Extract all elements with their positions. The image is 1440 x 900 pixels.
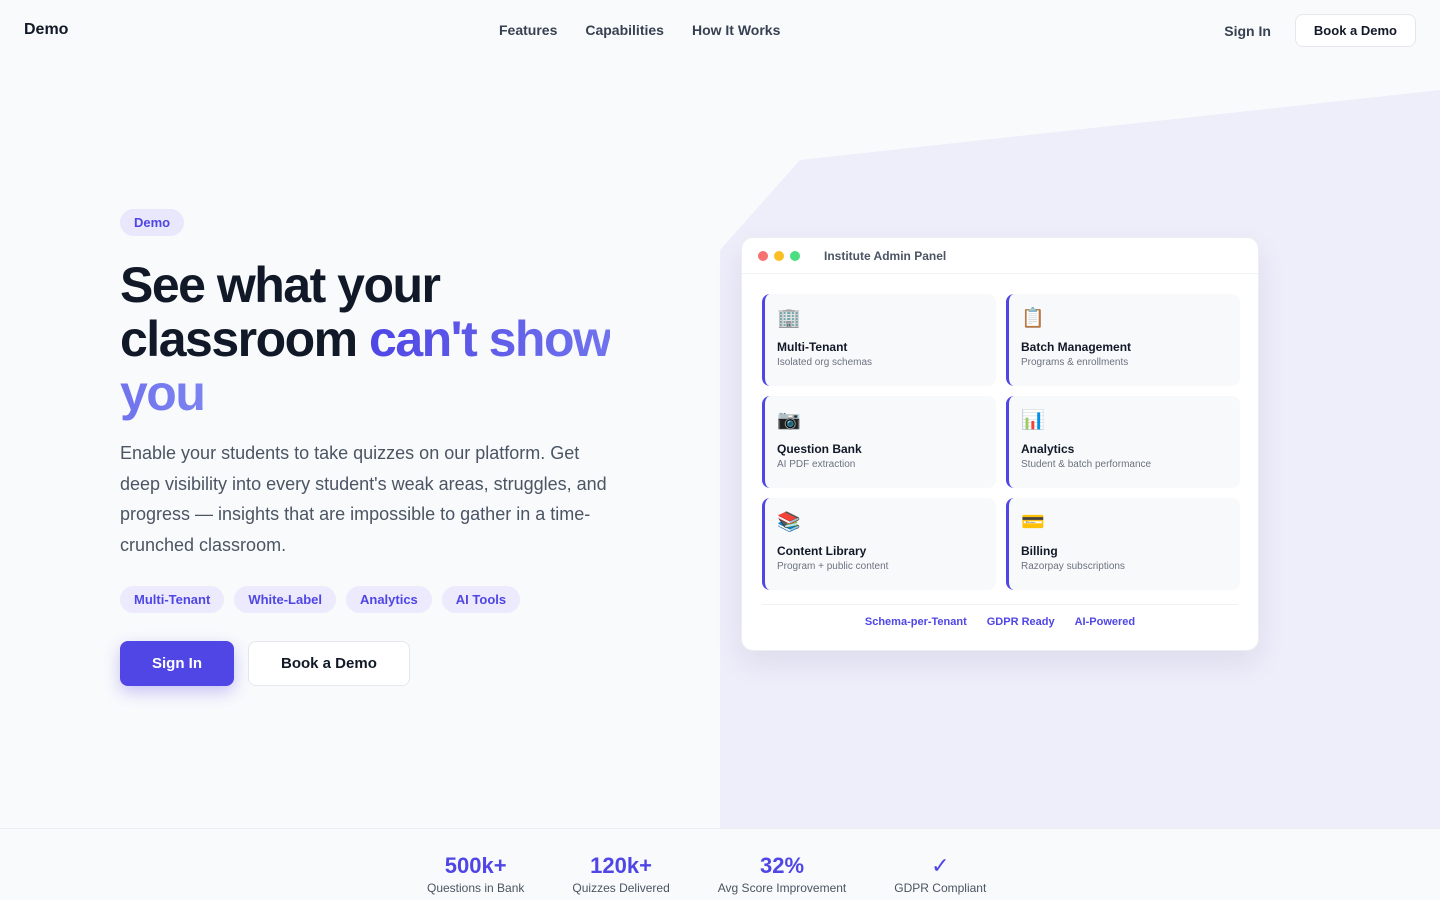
card-billing: 💳 Billing Razorpay subscriptions: [1006, 498, 1240, 590]
card-subtitle: Razorpay subscriptions: [1021, 561, 1125, 572]
card-batch-management: 📋 Batch Management Programs & enrollment…: [1006, 294, 1240, 386]
card-subtitle: Program + public content: [777, 561, 889, 572]
window-dot-yellow: [774, 250, 784, 261]
stat-score-improvement: 32% Avg Score Improvement: [718, 853, 847, 895]
card-content-library: 📚 Content Library Program + public conte…: [762, 498, 996, 590]
hero-headline: See what your classroom can't show you: [120, 258, 640, 420]
hero-ctas: Sign In Book a Demo: [120, 641, 640, 686]
check-icon: ✓: [931, 853, 950, 878]
stat-label: Questions in Bank: [427, 881, 525, 895]
clipboard-icon: 📋: [1021, 308, 1045, 329]
tag-white-label: White-Label: [234, 586, 336, 613]
panel-header: Institute Admin Panel: [742, 238, 1258, 274]
footer-badge-schema: Schema-per-Tenant: [864, 616, 967, 628]
hero-description: Enable your students to take quizzes on …: [120, 443, 607, 555]
footer-badge-ai: AI-Powered: [1074, 616, 1136, 628]
tag-multi-tenant: Multi-Tenant: [120, 586, 225, 613]
hero-pill: Demo: [120, 209, 185, 236]
nav-links: Features Capabilities How It Works: [499, 0, 780, 60]
stats-bar: 500k+ Questions in Bank 120k+ Quizzes De…: [0, 828, 1440, 900]
card-title: Analytics: [1021, 442, 1075, 456]
building-icon: 🏢: [777, 308, 801, 329]
brand-logo[interactable]: Demo: [24, 21, 68, 39]
camera-icon: 📷: [777, 410, 801, 431]
book-demo-button[interactable]: Book a Demo: [248, 641, 410, 686]
stat-questions: 500k+ Questions in Bank: [427, 853, 524, 895]
tag-analytics: Analytics: [345, 586, 432, 613]
credit-card-icon: 💳: [1021, 512, 1045, 533]
nav-link-how-it-works[interactable]: How It Works: [692, 22, 780, 38]
sign-in-button[interactable]: Sign In: [120, 641, 234, 686]
top-nav: Demo Features Capabilities How It Works …: [0, 0, 1440, 60]
card-title: Billing: [1021, 544, 1058, 558]
stats-list: 500k+ Questions in Bank 120k+ Quizzes De…: [427, 853, 986, 895]
card-question-bank: 📷 Question Bank AI PDF extraction: [762, 396, 996, 488]
stat-value: 120k+: [590, 853, 652, 878]
nav-link-capabilities[interactable]: Capabilities: [585, 22, 664, 38]
nav-book-demo-button[interactable]: Book a Demo: [1294, 14, 1416, 47]
window-dot-red: [758, 250, 768, 261]
card-subtitle: AI PDF extraction: [777, 459, 856, 470]
admin-panel-preview: Institute Admin Panel 🏢 Multi-Tenant Iso…: [741, 237, 1259, 651]
nav-link-features[interactable]: Features: [499, 22, 557, 38]
card-multi-tenant: 🏢 Multi-Tenant Isolated org schemas: [762, 294, 996, 386]
footer-badge-gdpr: GDPR Ready: [986, 616, 1055, 628]
card-subtitle: Programs & enrollments: [1021, 357, 1129, 368]
stat-label: GDPR Compliant: [894, 881, 987, 895]
stat-value: 500k+: [444, 853, 507, 878]
nav-actions: Sign In Book a Demo: [1224, 14, 1416, 47]
stat-label: Avg Score Improvement: [717, 881, 847, 895]
stat-quizzes: 120k+ Quizzes Delivered: [572, 853, 669, 895]
card-title: Batch Management: [1021, 340, 1132, 354]
books-icon: 📚: [777, 512, 801, 533]
nav-sign-in-link[interactable]: Sign In: [1224, 23, 1271, 39]
card-subtitle: Student & batch performance: [1021, 459, 1152, 470]
panel-footer: Schema-per-Tenant GDPR Ready AI-Powered: [762, 604, 1238, 628]
card-title: Question Bank: [777, 442, 862, 456]
card-title: Multi-Tenant: [777, 340, 848, 354]
panel-title: Institute Admin Panel: [824, 248, 947, 263]
tag-ai-tools: AI Tools: [441, 586, 521, 613]
card-subtitle: Isolated org schemas: [777, 357, 873, 368]
window-dot-green: [790, 250, 800, 261]
card-title: Content Library: [777, 544, 867, 558]
feature-tags: Multi-Tenant White-Label Analytics AI To…: [120, 586, 640, 613]
stat-value: 32%: [760, 853, 805, 878]
hero-section: Demo See what your classroom can't show …: [120, 209, 640, 686]
bar-chart-icon: 📊: [1021, 410, 1045, 431]
stat-label: Quizzes Delivered: [572, 881, 670, 895]
feature-cards-grid: 🏢 Multi-Tenant Isolated org schemas 📋 Ba…: [762, 294, 1240, 590]
card-analytics: 📊 Analytics Student & batch performance: [1006, 396, 1240, 488]
stat-gdpr: ✓ GDPR Compliant: [894, 853, 986, 895]
